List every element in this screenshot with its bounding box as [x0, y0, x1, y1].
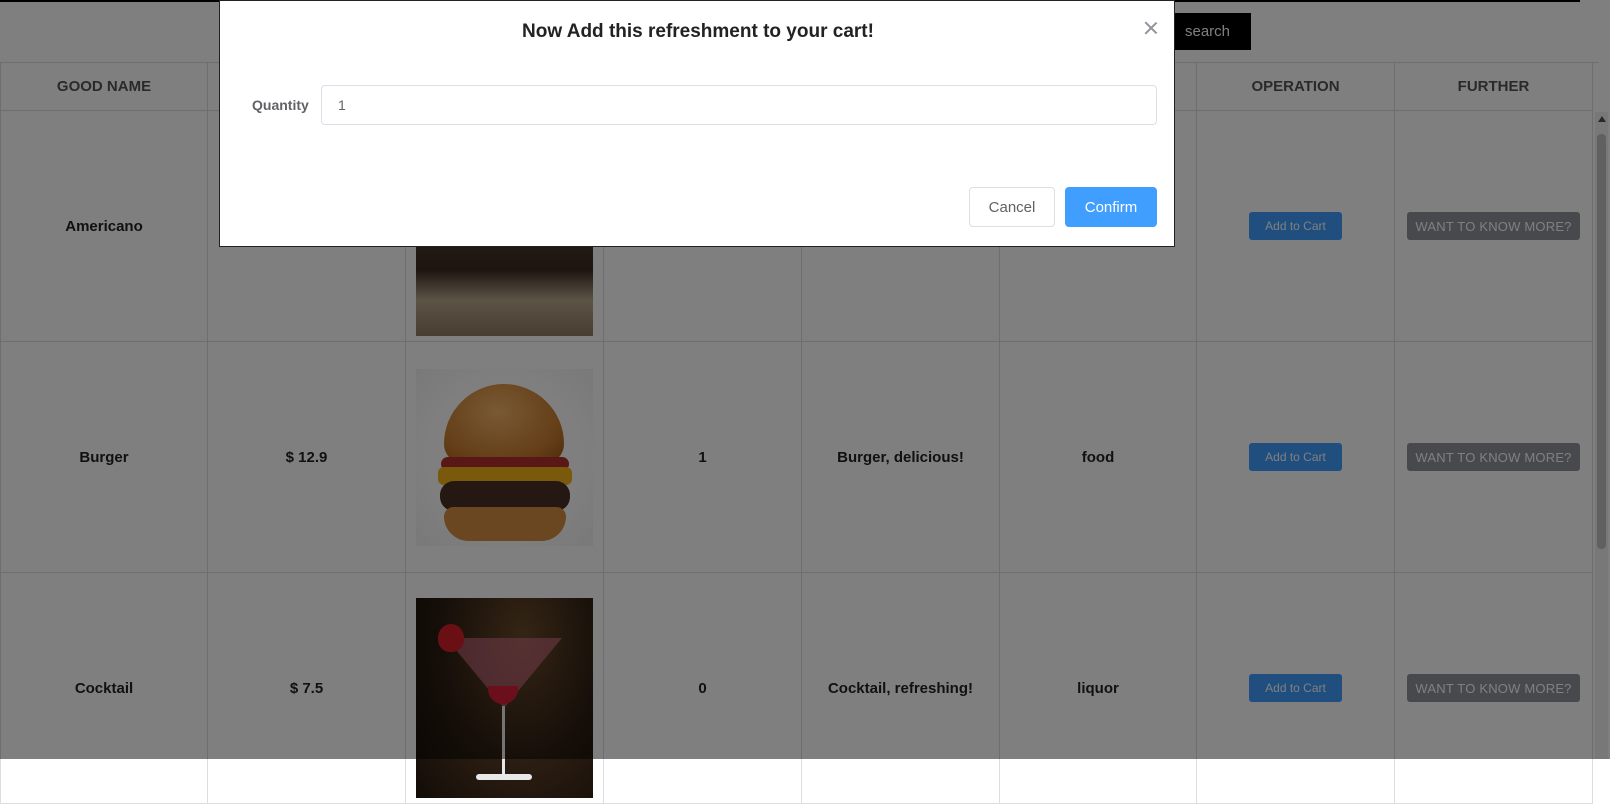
quantity-label: Quantity: [252, 97, 309, 113]
add-to-cart-dialog: Now Add this refreshment to your cart! Q…: [219, 0, 1175, 247]
dialog-title: Now Add this refreshment to your cart!: [522, 21, 874, 42]
cancel-button[interactable]: Cancel: [969, 187, 1055, 227]
quantity-input[interactable]: [321, 85, 1157, 125]
close-icon[interactable]: [1144, 21, 1158, 35]
confirm-button[interactable]: Confirm: [1065, 187, 1157, 227]
